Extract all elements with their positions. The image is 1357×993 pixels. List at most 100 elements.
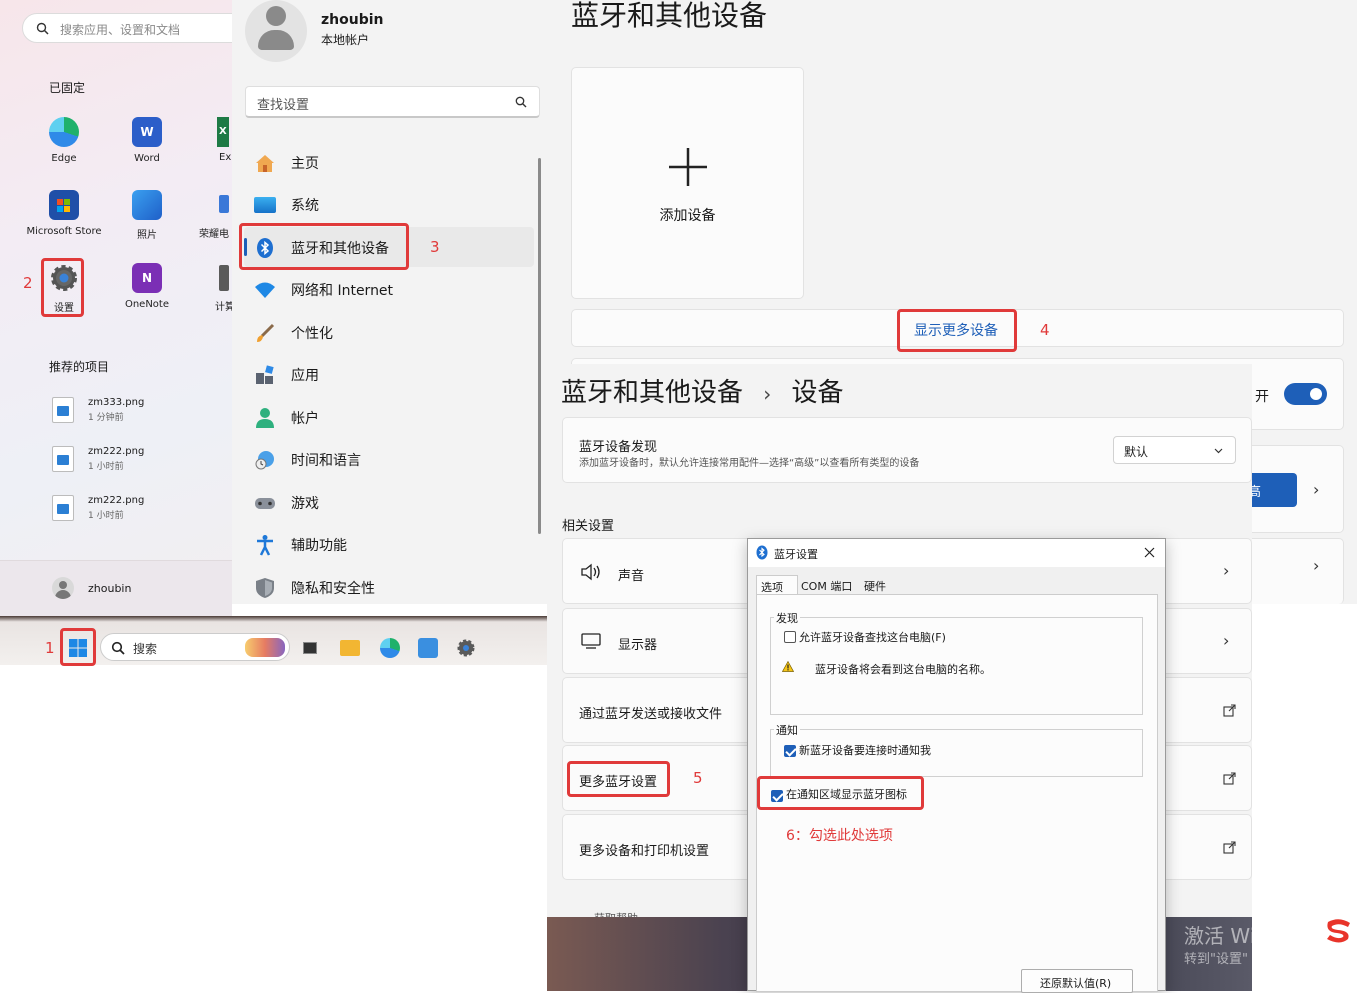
home-icon (256, 155, 274, 172)
task-view-icon[interactable] (303, 642, 317, 654)
nav-item-personalization[interactable]: 个性化 (244, 312, 534, 352)
nav-item-privacy[interactable]: 隐私和安全性 (244, 567, 534, 607)
discovery-description: 添加蓝牙设备时，默认允许连接常用配件—选择“高级”以查看所有类型的设备 (579, 458, 920, 469)
notify-new-device-checkbox[interactable] (784, 745, 796, 757)
annotation-box-tray-icon (757, 776, 924, 810)
mail-icon[interactable] (418, 638, 438, 658)
bluetooth-toggle[interactable] (1284, 383, 1327, 405)
app-word[interactable]: W Word (107, 117, 187, 164)
avatar[interactable] (245, 0, 307, 62)
nav-item-apps[interactable]: 应用 (244, 354, 534, 394)
taskbar-search[interactable]: 搜索 (100, 633, 290, 661)
edge-taskbar-icon[interactable] (380, 638, 400, 658)
app-photos[interactable]: 照片 (107, 190, 187, 241)
nav-scrollbar[interactable] (538, 158, 541, 534)
globe-clock-icon (255, 451, 274, 470)
photos-icon (132, 190, 162, 220)
nav-item-system[interactable]: 系统 (244, 184, 534, 224)
start-user-bar: zhoubin (0, 560, 232, 616)
pinned-title: 已固定 (49, 81, 86, 95)
search-highlight-icon (245, 638, 285, 657)
onenote-icon: N (132, 263, 162, 293)
annotation-step-5: 5 (693, 769, 703, 787)
edge-icon (49, 117, 79, 147)
annotation-step-3: 3 (430, 238, 440, 256)
external-link-icon (1223, 841, 1236, 854)
chevron-right-icon: › (1223, 561, 1230, 580)
breadcrumb-separator: › (763, 382, 772, 406)
activation-watermark-sub: 转到"设置" (1184, 952, 1248, 967)
dialog-titlebar: 蓝牙设置 (748, 539, 1165, 567)
external-link-icon (1223, 772, 1236, 785)
accessibility-icon (257, 535, 273, 556)
nav-item-accessibility[interactable]: 辅助功能 (244, 524, 534, 564)
warning-icon (782, 661, 794, 672)
add-device-card[interactable]: 添加设备 (571, 67, 804, 299)
breadcrumb-current: 设备 (791, 378, 844, 408)
annotation-step-2: 2 (23, 274, 33, 292)
allow-discovery-checkbox[interactable] (784, 631, 796, 643)
avatar[interactable] (52, 577, 74, 599)
toggle-label: 开 (1255, 389, 1269, 405)
warning-text: 蓝牙设备将会看到这台电脑的名称。 (815, 663, 991, 676)
close-icon[interactable] (1144, 547, 1155, 558)
sogou-logo-icon (1324, 918, 1354, 944)
calculator-icon (219, 265, 229, 291)
dialog-title: 蓝牙设置 (774, 548, 818, 561)
search-icon (111, 641, 125, 655)
restore-defaults-button[interactable]: 还原默认值(R) (1021, 969, 1133, 993)
page-title: 蓝牙和其他设备 (571, 0, 768, 32)
gamepad-icon (255, 498, 275, 509)
chevron-right-icon[interactable]: › (1313, 556, 1319, 575)
settings-search-input[interactable]: 查找设置 (245, 86, 540, 118)
bluetooth-icon (756, 545, 768, 560)
start-search-input[interactable]: 搜索应用、设置和文档 (22, 13, 232, 43)
user-icon (256, 408, 274, 428)
start-user-name[interactable]: zhoubin (88, 582, 131, 595)
settings-nav-pane: zhoubin 本地帐户 查找设置 主页 系统 蓝牙和其他设备 网络和 Inte… (232, 0, 547, 604)
nav-item-home[interactable]: 主页 (244, 142, 534, 182)
app-microsoft-store[interactable]: Microsoft Store (24, 190, 104, 237)
allow-discovery-label: 允许蓝牙设备查找这台电脑(F) (799, 631, 946, 644)
tab-com-ports[interactable]: COM 端口 (801, 578, 852, 594)
settings-user-name: zhoubin (321, 12, 384, 28)
file-explorer-icon[interactable] (340, 640, 360, 656)
discovery-title: 蓝牙设备发现 (579, 440, 658, 455)
nav-item-accounts[interactable]: 帐户 (244, 397, 534, 437)
start-menu: 搜索应用、设置和文档 已固定 Edge W Word X Ex Microsof… (0, 0, 232, 616)
shield-icon (256, 578, 274, 598)
annotation-step-6: 6：勾选此处选项 (786, 828, 893, 844)
search-icon (36, 22, 49, 35)
word-icon: W (132, 117, 162, 147)
discovery-card: 蓝牙设备发现 添加蓝牙设备时，默认允许连接常用配件—选择“高级”以查看所有类型的… (562, 417, 1252, 483)
breadcrumb-parent[interactable]: 蓝牙和其他设备 (561, 378, 743, 408)
tab-hardware[interactable]: 硬件 (864, 578, 886, 594)
discovery-dropdown[interactable]: 默认 (1113, 436, 1236, 464)
related-settings-title: 相关设置 (562, 519, 615, 534)
settings-user-type: 本地帐户 (321, 33, 370, 47)
image-file-icon (52, 446, 74, 472)
nav-item-time-language[interactable]: 时间和语言 (244, 439, 534, 479)
annotation-box-settings (41, 258, 84, 317)
nav-item-network[interactable]: 网络和 Internet (244, 269, 534, 309)
nav-item-gaming[interactable]: 游戏 (244, 482, 534, 522)
app-edge[interactable]: Edge (24, 117, 104, 164)
activation-watermark: 激活 Wi (1184, 924, 1256, 948)
tab-options[interactable]: 选项 (756, 575, 798, 595)
store-icon (49, 190, 79, 220)
excel-icon: X (217, 117, 229, 147)
breadcrumb: 蓝牙和其他设备 › 设备 (561, 372, 844, 409)
speaker-icon (581, 563, 600, 581)
image-file-icon (52, 495, 74, 521)
search-icon (515, 96, 527, 108)
honor-icon (219, 195, 229, 213)
recommended-title: 推荐的项目 (49, 360, 110, 374)
notification-group-label: 通知 (774, 722, 800, 738)
annotation-box-bluetooth-nav (239, 223, 409, 270)
chevron-down-icon (1214, 448, 1223, 454)
chevron-right-icon[interactable]: › (1313, 480, 1319, 499)
wifi-icon (255, 282, 275, 298)
app-onenote[interactable]: N OneNote (107, 263, 187, 310)
discovery-group-label: 发现 (774, 610, 800, 626)
settings-taskbar-icon[interactable] (456, 638, 476, 658)
